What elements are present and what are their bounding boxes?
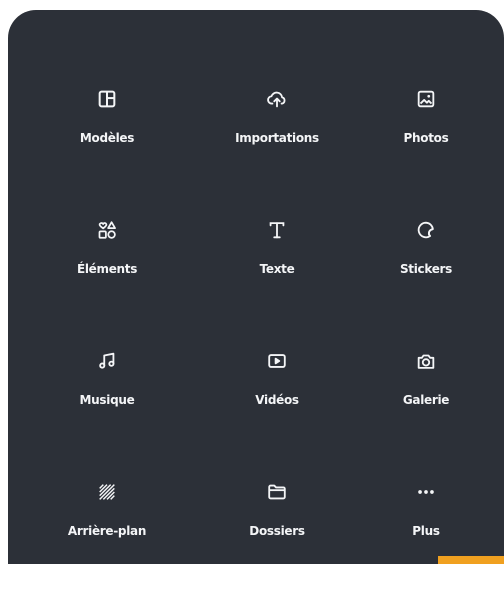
camera-icon xyxy=(414,349,438,373)
folder-icon xyxy=(265,480,289,504)
menu-item-videos[interactable]: Vidéos xyxy=(206,342,348,473)
layout-icon xyxy=(95,87,119,111)
shapes-icon xyxy=(95,218,119,242)
text-icon xyxy=(265,218,289,242)
menu-item-label: Éléments xyxy=(76,262,138,276)
menu-item-dossiers[interactable]: Dossiers xyxy=(206,473,348,604)
menu-item-label: Arrière-plan xyxy=(67,524,147,538)
menu-item-label: Importations xyxy=(235,131,319,145)
accent-strip xyxy=(438,556,504,564)
side-menu-panel: Modèles Importations Photos Éléments Tex… xyxy=(8,10,504,564)
menu-item-arriere-plan[interactable]: Arrière-plan xyxy=(8,473,206,604)
menu-item-photos[interactable]: Photos xyxy=(348,80,504,211)
menu-grid: Modèles Importations Photos Éléments Tex… xyxy=(8,80,504,604)
cloud-upload-icon xyxy=(265,87,289,111)
menu-item-elements[interactable]: Éléments xyxy=(8,211,206,342)
image-icon xyxy=(414,87,438,111)
menu-item-label: Musique xyxy=(79,393,135,407)
menu-item-modeles[interactable]: Modèles xyxy=(8,80,206,211)
menu-item-label: Photos xyxy=(403,131,449,145)
menu-item-galerie[interactable]: Galerie xyxy=(348,342,504,473)
menu-item-label: Modèles xyxy=(79,131,135,145)
background-pattern-icon xyxy=(95,480,119,504)
menu-item-label: Texte xyxy=(259,262,295,276)
menu-item-importations[interactable]: Importations xyxy=(206,80,348,211)
menu-item-stickers[interactable]: Stickers xyxy=(348,211,504,342)
more-dots-icon xyxy=(414,480,438,504)
music-icon xyxy=(95,349,119,373)
menu-item-label: Dossiers xyxy=(249,524,305,538)
menu-item-label: Vidéos xyxy=(255,393,299,407)
menu-item-label: Stickers xyxy=(399,262,453,276)
menu-item-texte[interactable]: Texte xyxy=(206,211,348,342)
menu-item-musique[interactable]: Musique xyxy=(8,342,206,473)
menu-item-plus[interactable]: Plus xyxy=(348,473,504,604)
sticker-icon xyxy=(414,218,438,242)
video-icon xyxy=(265,349,289,373)
menu-item-label: Plus xyxy=(412,524,440,538)
menu-item-label: Galerie xyxy=(402,393,450,407)
